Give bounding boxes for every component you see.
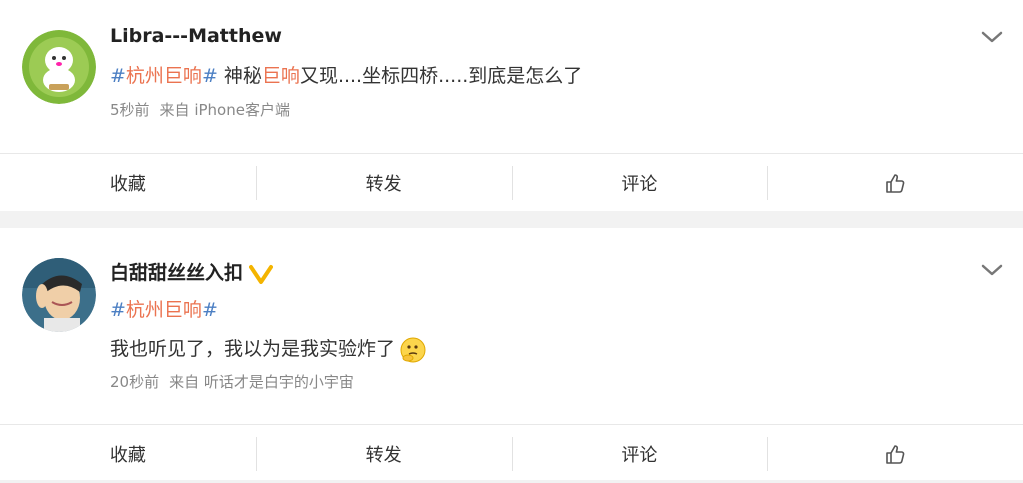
like-button[interactable] bbox=[767, 425, 1023, 483]
content-text: 我也听见了，我以为是我实验炸了 bbox=[110, 338, 396, 360]
topic-link[interactable]: #杭州巨响# bbox=[110, 299, 218, 321]
verified-v-icon bbox=[249, 264, 274, 284]
favorite-button[interactable]: 收藏 bbox=[0, 154, 256, 212]
timestamp: 5秒前 bbox=[110, 101, 150, 119]
chevron-down-icon[interactable] bbox=[979, 261, 1005, 279]
action-bar: 收藏 转发 评论 bbox=[0, 424, 1023, 483]
avatar[interactable] bbox=[22, 258, 96, 332]
username[interactable]: 白甜甜丝丝入扣 bbox=[110, 258, 274, 285]
keyword-highlight: 巨响 bbox=[261, 65, 300, 87]
post-content-line: 我也听见了，我以为是我实验炸了 bbox=[110, 334, 427, 364]
source[interactable]: 来自 iPhone客户端 bbox=[160, 101, 290, 119]
content-text: 神秘 bbox=[223, 65, 262, 87]
repost-button[interactable]: 转发 bbox=[255, 425, 512, 483]
source[interactable]: 来自 听话才是白宇的小宇宙 bbox=[169, 373, 354, 391]
thinking-face-icon bbox=[400, 337, 426, 362]
action-bar: 收藏 转发 评论 bbox=[0, 153, 1023, 212]
comment-button[interactable]: 评论 bbox=[511, 154, 768, 212]
content-text: 又现....坐标四桥.....到底是怎么了 bbox=[299, 65, 583, 87]
post-meta: 5秒前 来自 iPhone客户端 bbox=[110, 99, 300, 120]
thumbs-up-icon bbox=[886, 174, 905, 193]
post-meta: 20秒前 来自 听话才是白宇的小宇宙 bbox=[110, 371, 364, 392]
repost-button[interactable]: 转发 bbox=[255, 154, 512, 212]
chevron-down-icon[interactable] bbox=[979, 28, 1005, 46]
timestamp: 20秒前 bbox=[110, 373, 160, 391]
post-card: Libra---Matthew #杭州巨响# 神秘巨响又现....坐标四桥...… bbox=[0, 0, 1023, 211]
post-card: 白甜甜丝丝入扣 #杭州巨响# 我也听见了，我以为是我实验炸了 20秒前 来自 听话… bbox=[0, 228, 1023, 480]
favorite-button[interactable]: 收藏 bbox=[0, 425, 256, 483]
thumbs-up-icon bbox=[886, 445, 905, 464]
username[interactable]: Libra---Matthew bbox=[110, 25, 282, 47]
post-content: #杭州巨响# bbox=[110, 295, 218, 322]
avatar[interactable] bbox=[22, 30, 96, 104]
topic-link[interactable]: #杭州巨响# bbox=[110, 65, 218, 87]
comment-button[interactable]: 评论 bbox=[511, 425, 768, 483]
like-button[interactable] bbox=[767, 154, 1023, 212]
post-content: #杭州巨响# 神秘巨响又现....坐标四桥.....到底是怎么了 bbox=[110, 61, 582, 88]
